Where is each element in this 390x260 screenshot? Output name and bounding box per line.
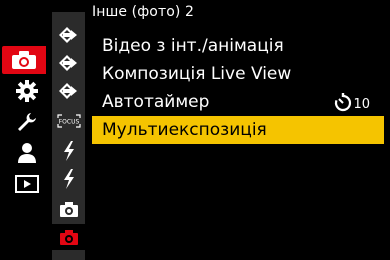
main-tab-column <box>2 46 48 201</box>
tab-photo[interactable] <box>2 46 46 74</box>
diamond-arrow-icon <box>58 27 77 43</box>
sub-tab-column: FOCUS <box>52 12 85 260</box>
page-title: Інше (фото) 2 <box>92 4 194 20</box>
person-icon <box>18 143 36 163</box>
menu-item-label: Мультиекспозиція <box>102 120 267 140</box>
subtab-6[interactable] <box>52 166 85 192</box>
menu-item-multiple-exposure[interactable]: Мультиекспозиція <box>92 116 384 144</box>
self-timer-seconds: 10 <box>353 97 370 112</box>
menu-item-video-animation[interactable]: Відео з інт./анімація <box>92 32 384 60</box>
camera-small-icon <box>59 230 78 245</box>
flash-icon <box>63 141 74 161</box>
tab-playback[interactable] <box>6 170 48 198</box>
menu-item-self-timer[interactable]: Автотаймер 10 <box>92 88 384 116</box>
menu-item-label: Автотаймер <box>102 92 210 112</box>
focus-text: FOCUS <box>58 119 79 126</box>
flash-icon <box>63 169 74 189</box>
focus-icon: FOCUS <box>56 114 81 128</box>
wrench-icon <box>18 113 36 131</box>
tab-custom[interactable] <box>6 77 48 105</box>
playback-icon <box>15 175 39 193</box>
subtab-3[interactable] <box>52 78 85 104</box>
subtab-4[interactable]: FOCUS <box>52 108 85 134</box>
gear-icon <box>16 80 38 102</box>
menu-list: Відео з інт./анімація Композиція Live Vi… <box>92 32 384 144</box>
menu-item-label: Композиція Live View <box>102 64 292 84</box>
camera-menu-screen: Інше (фото) 2 FOCUS Відео з інт./анімаці… <box>0 0 390 260</box>
camera-icon <box>12 51 36 69</box>
self-timer-value: 10 <box>334 91 370 112</box>
tab-setup[interactable] <box>6 108 48 136</box>
tab-my-menu[interactable] <box>6 139 48 167</box>
subtab-7[interactable] <box>52 196 85 222</box>
camera-small-icon <box>59 202 78 217</box>
subtab-8[interactable] <box>52 224 85 250</box>
self-timer-icon <box>335 92 352 111</box>
subtab-2[interactable] <box>52 50 85 76</box>
menu-item-live-view-composite[interactable]: Композиція Live View <box>92 60 384 88</box>
subtab-1[interactable] <box>52 22 85 48</box>
subtab-5[interactable] <box>52 138 85 164</box>
diamond-arrow-icon <box>58 83 77 99</box>
diamond-arrow-icon <box>58 55 77 71</box>
menu-item-label: Відео з інт./анімація <box>102 36 284 56</box>
